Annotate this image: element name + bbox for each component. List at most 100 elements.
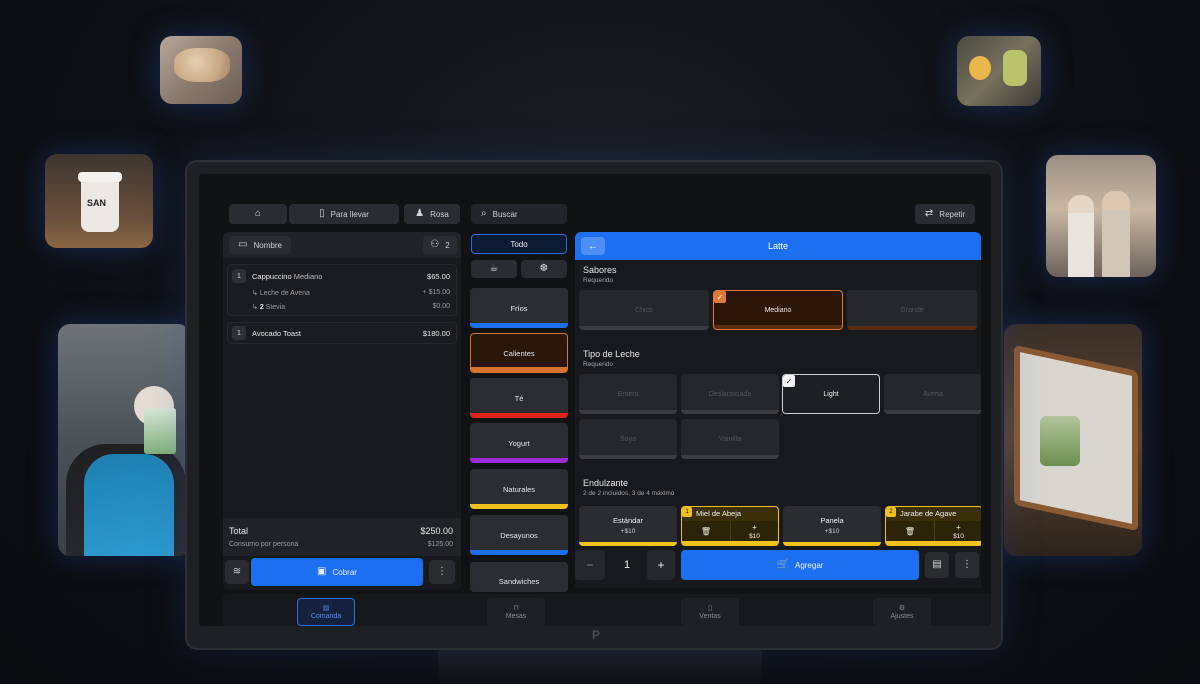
repeat-button[interactable]: ⇄ Repetir (915, 204, 975, 224)
charge-button[interactable]: ▣ Cobrar (251, 558, 423, 586)
repeat-icon: ⇄ (924, 208, 934, 219)
quantity-value: 1 (623, 559, 631, 571)
modifier-row: ↳ 2 Stevia (252, 304, 286, 311)
item-qty: 1 (232, 269, 246, 283)
nav-mesas[interactable]: ⊓ Mesas (487, 598, 545, 626)
flavors-title: Sabores (583, 265, 617, 275)
milk-option[interactable]: Soya (579, 419, 677, 459)
milk-option[interactable]: Vainilla (681, 419, 779, 459)
name-button[interactable]: ▭ Nombre (229, 236, 291, 254)
comment-icon: ▤ (932, 559, 942, 570)
add-sweetener-button[interactable]: + $10 (730, 521, 778, 543)
nav-ajustes[interactable]: ⚙ Ajustes (873, 598, 931, 626)
back-button[interactable]: ← (581, 237, 605, 255)
order-more-button[interactable]: ⋮ (429, 560, 455, 584)
total-value: $250.00 (420, 526, 453, 536)
category-sandwiches[interactable]: Sandwiches (470, 562, 568, 592)
cold-drinks-filter[interactable]: ❆ (521, 260, 567, 278)
category-frios[interactable]: Fríos (470, 288, 568, 328)
decrease-qty-button[interactable]: − (575, 550, 605, 580)
flavor-option-selected[interactable]: ✓ Mediano (713, 290, 843, 330)
product-more-button[interactable]: ⋮ (955, 552, 979, 578)
order-actions: ≋ ▣ Cobrar ⋮ (223, 556, 461, 590)
person-icon: ♟ (415, 208, 425, 219)
sweetener-option[interactable]: Estándar +$10 (579, 506, 677, 546)
milk-option-selected[interactable]: ✓ Light (782, 374, 880, 414)
repeat-label: Repetir (939, 209, 966, 219)
nav-label: Ventas (699, 613, 721, 620)
item-qty: 1 (232, 326, 246, 340)
pastry-photo (160, 36, 242, 104)
order-item[interactable]: 1 Avocado Toast $180.00 (227, 322, 457, 344)
monitor-stand (438, 650, 762, 684)
document-icon: ▯ (708, 605, 712, 612)
hot-drinks-filter[interactable]: ☕ (471, 260, 517, 278)
para-llevar-label: Para llevar (330, 209, 369, 219)
sweetener-name: Estándar (612, 516, 644, 525)
sweetener-limits: 2 de 2 incluidos, 3 de 4 máximo (583, 490, 675, 497)
product-header: ← Latte (575, 232, 981, 260)
order-header: ▭ Nombre ⚇ 2 (223, 232, 461, 258)
item-price: $180.00 (422, 329, 450, 338)
remove-sweetener-button[interactable]: 🗑 (682, 521, 730, 543)
ice-cream-icon: ❆ (539, 263, 549, 274)
modifier-price: + $15.00 (422, 289, 450, 296)
table-drinks-photo (1004, 324, 1142, 556)
nav-label: Mesas (505, 613, 527, 620)
order-panel: ▭ Nombre ⚇ 2 1 Cappuccino Mediano $65.00 ↳… (223, 232, 461, 590)
pos-monitor: ⌂ ▯ Para llevar ♟ Rosa ⌕ Buscar ⇄ Repetir ▭ N… (185, 160, 1003, 650)
plus-icon: + (956, 522, 961, 532)
brand-logo: P (591, 628, 600, 642)
category-label: Fríos (510, 303, 528, 313)
sweetener-count-badge: 1 (682, 507, 692, 517)
order-item[interactable]: 1 Cappuccino Mediano $65.00 ↳ Leche de A… (227, 264, 457, 316)
increase-qty-button[interactable]: + (647, 550, 675, 580)
category-te[interactable]: Té (470, 378, 568, 418)
charge-label: Cobrar (332, 567, 357, 577)
home-icon: ⌂ (254, 208, 262, 219)
sweetener-option[interactable]: Panela +$10 (783, 506, 881, 546)
add-to-order-button[interactable]: 🛒 Agregar (681, 550, 919, 580)
trash-icon: 🗑 (904, 527, 916, 536)
product-footer: − 1 + 🛒 Agregar ▤ ⋮ (575, 546, 981, 588)
baristas-photo (1046, 155, 1156, 277)
plus-icon: + (657, 558, 665, 572)
home-button[interactable]: ⌂ (229, 204, 287, 224)
split-button[interactable]: ≋ (225, 560, 249, 584)
category-yogurt[interactable]: Yogurt (470, 423, 568, 463)
category-desayunos[interactable]: Desayunos (470, 515, 568, 555)
pos-screen: ⌂ ▯ Para llevar ♟ Rosa ⌕ Buscar ⇄ Repetir ▭ N… (199, 174, 991, 626)
para-llevar-button[interactable]: ▯ Para llevar (289, 204, 399, 224)
guests-button[interactable]: ⚇ 2 (423, 236, 457, 254)
milk-option[interactable]: Deslactosada (681, 374, 779, 414)
category-label: Té (514, 393, 524, 403)
guests-count: 2 (445, 240, 450, 250)
nav-ventas[interactable]: ▯ Ventas (681, 598, 739, 626)
flavor-option[interactable]: Chico (579, 290, 709, 330)
milk-option[interactable]: Avena (884, 374, 981, 414)
category-label: Yogurt (508, 438, 530, 448)
modifier-row: ↳ Leche de Avena (252, 290, 310, 297)
category-all[interactable]: Todo (471, 234, 567, 254)
category-calientes[interactable]: Calientes (470, 333, 568, 373)
category-naturales[interactable]: Naturales (470, 469, 568, 509)
sweetener-option-selected[interactable]: 2 Jarabe de Agave 🗑 + $10 (885, 506, 981, 546)
search-input[interactable]: ⌕ Buscar (471, 204, 567, 224)
nav-comanda[interactable]: ▤ Comanda (297, 598, 355, 626)
note-button[interactable]: ▤ (925, 552, 949, 578)
total-label: Total (229, 526, 249, 536)
table-icon: ⊓ (513, 605, 519, 612)
add-sweetener-button[interactable]: + $10 (934, 521, 981, 543)
product-title: Latte (767, 241, 789, 251)
cart-icon: 🛒 (776, 559, 789, 570)
sweetener-name: Miel de Abeja (696, 509, 742, 518)
id-card-icon: ▭ (238, 239, 248, 250)
user-button[interactable]: ♟ Rosa (404, 204, 460, 224)
arrow-left-icon: ← (588, 240, 598, 252)
remove-sweetener-button[interactable]: 🗑 (886, 521, 934, 543)
sweetener-price: +$10 (620, 528, 636, 535)
check-icon: ✓ (783, 375, 795, 387)
sweetener-option-selected[interactable]: 1 Miel de Abeja 🗑 + $10 (681, 506, 779, 546)
milk-option[interactable]: Entera (579, 374, 677, 414)
flavor-option[interactable]: Grande (847, 290, 977, 330)
